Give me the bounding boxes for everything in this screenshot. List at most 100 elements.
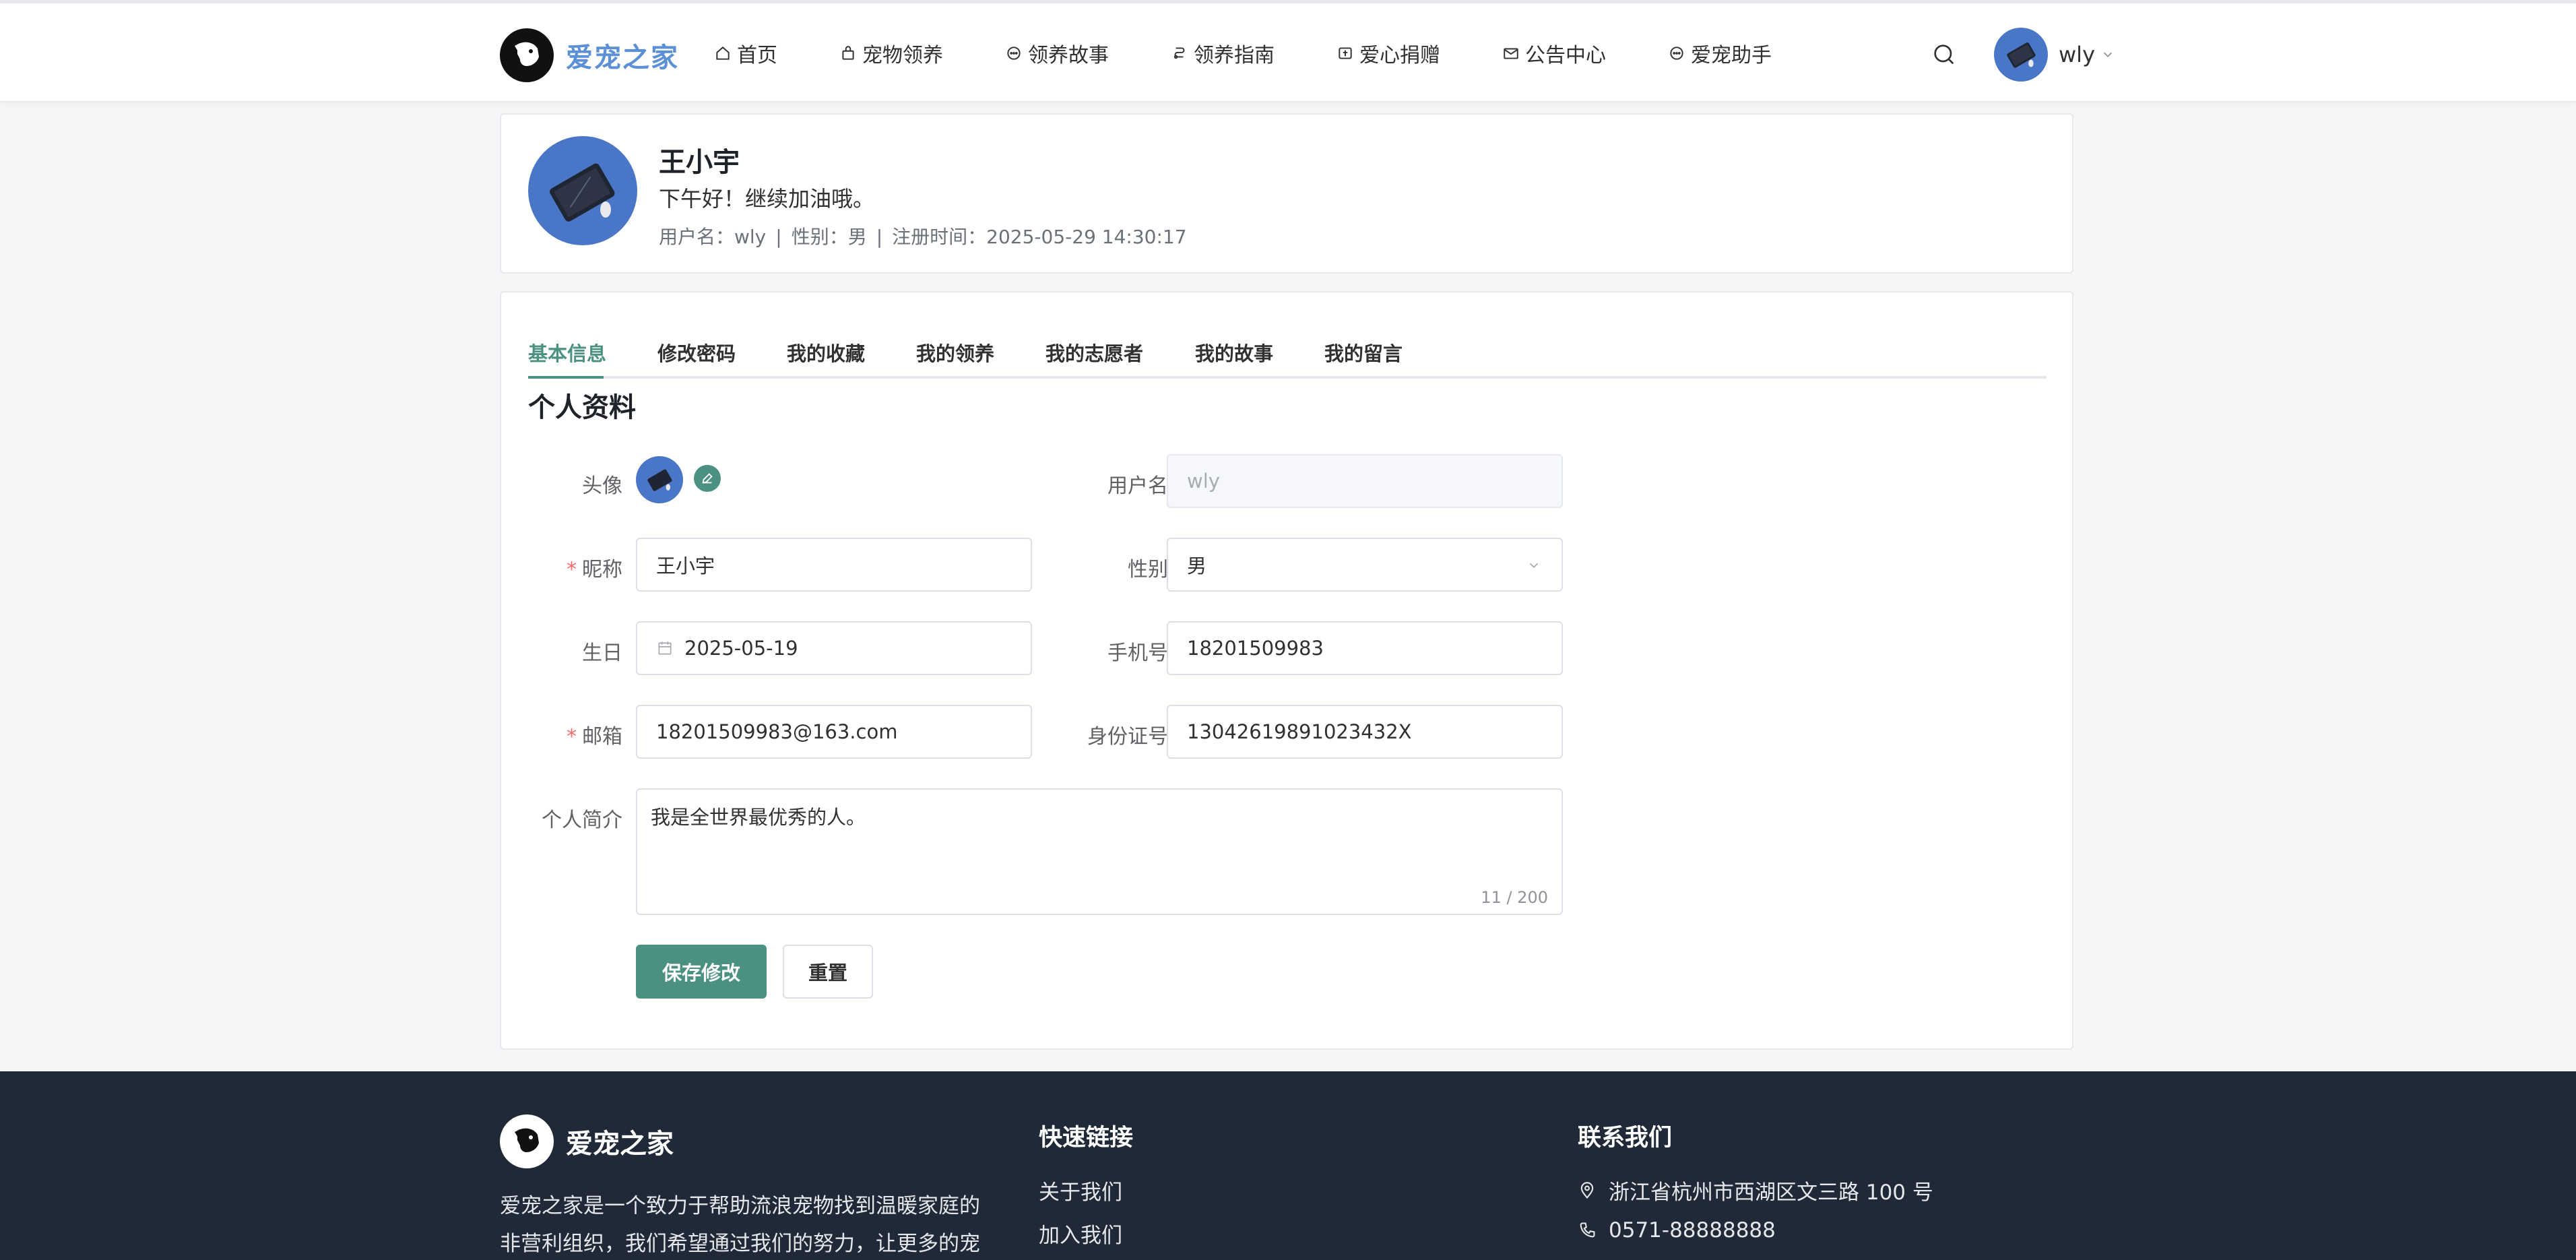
tab-change-password[interactable]: 修改密码 (657, 338, 736, 367)
profile-register-time: 注册时间：2025-05-29 14:30:17 (892, 226, 1187, 248)
idcard-label: 身份证号 (1087, 725, 1168, 749)
idcard-field[interactable]: 13042619891023432X (1167, 705, 1563, 759)
search-button[interactable] (1931, 41, 1958, 71)
avatar-label: 头像 (582, 474, 622, 498)
search-icon (1934, 44, 1954, 65)
nav-item-label: 爱宠助手 (1691, 44, 1772, 67)
phone-icon (1580, 1222, 1595, 1238)
nav-item-label: 领养指南 (1194, 44, 1275, 67)
guide-icon (1173, 47, 1185, 59)
nickname-label: * 昵称 (528, 553, 622, 582)
footer-contact-title: 联系我们 (1578, 1125, 1673, 1152)
footer-link-join[interactable]: 加入我们 (1039, 1218, 1122, 1249)
footer-logo: 爱宠之家 (500, 1114, 674, 1168)
footer-phone: 0571-88888888 (1578, 1218, 1776, 1242)
nav-item-assistant[interactable]: 爱宠助手 (1668, 38, 1772, 68)
nav-item-adopt[interactable]: 宠物领养 (839, 38, 943, 68)
nav-item-home[interactable]: 首页 (714, 38, 777, 68)
site-name: 爱宠之家 (566, 42, 679, 73)
footer-links-title: 快速链接 (1039, 1125, 1134, 1152)
site-footer: 爱宠之家 爱宠之家是一个致力于帮助流浪宠物找到温暖家庭的非营利组织，我们希望通过… (0, 1071, 2576, 1260)
gender-label: 性别 (1128, 558, 1168, 581)
profile-tabs: 基本信息 修改密码 我的收藏 我的领养 我的志愿者 我的故事 我的留言 (528, 319, 2047, 379)
main-nav: 首页 宠物领养 领养故事 领养指南 爱心捐赠 公告中心 爱宠助手 (714, 38, 1834, 68)
phone-field[interactable]: 18201509983 (1167, 621, 1563, 675)
username-label: 用户名 (1107, 474, 1168, 498)
profile-summary-card: 王小宇 下午好！继续加油哦。 用户名：wly | 性别：男 | 注册时间：2025-05… (500, 113, 2073, 274)
nav-item-stories[interactable]: 领养故事 (1005, 38, 1109, 68)
gender-value: 男 (1187, 555, 1207, 577)
nav-item-label: 领养故事 (1028, 44, 1109, 67)
footer-brand: 爱宠之家 (566, 1129, 674, 1160)
nav-item-donate[interactable]: 爱心捐赠 (1337, 38, 1440, 68)
calendar-icon (658, 641, 672, 655)
footer-description: 爱宠之家是一个致力于帮助流浪宠物找到温暖家庭的非营利组织，我们希望通过我们的努力… (500, 1194, 980, 1256)
bio-char-counter: 11 / 200 (1481, 888, 1548, 907)
separator: | (876, 226, 883, 248)
username-field[interactable]: wly (1167, 454, 1563, 508)
nav-item-guide[interactable]: 领养指南 (1171, 38, 1275, 68)
profile-gender: 性别：男 (791, 226, 867, 248)
nav-item-label: 宠物领养 (862, 44, 943, 67)
profile-name: 王小宇 (659, 147, 740, 178)
avatar (1994, 28, 2048, 82)
nav-item-label: 爱心捐赠 (1359, 44, 1440, 67)
reset-button[interactable]: 重置 (783, 945, 873, 999)
nav-item-label: 首页 (737, 44, 777, 67)
nickname-field[interactable]: 王小宇 (636, 538, 1032, 592)
gender-select[interactable]: 男 (1167, 538, 1563, 592)
active-tab-indicator (528, 376, 604, 379)
phone-label: 手机号 (1107, 641, 1168, 665)
tab-my-volunteer[interactable]: 我的志愿者 (1045, 338, 1143, 367)
tab-my-messages[interactable]: 我的留言 (1324, 338, 1403, 367)
section-title: 个人资料 (528, 392, 636, 423)
email-label-text: 邮箱 (582, 725, 622, 749)
bag-icon (842, 46, 854, 60)
nav-item-notice[interactable]: 公告中心 (1502, 38, 1606, 68)
tab-my-stories[interactable]: 我的故事 (1195, 338, 1273, 367)
separator: | (775, 226, 782, 248)
tab-favorites[interactable]: 我的收藏 (787, 338, 865, 367)
address-text: 浙江省杭州市西湖区文三路 100 号 (1609, 1180, 1933, 1205)
bio-textarea[interactable]: 我是全世界最优秀的人。 11 / 200 (636, 788, 1563, 915)
phone-text: 0571-88888888 (1609, 1218, 1776, 1242)
birthday-picker[interactable]: 2025-05-19 (636, 621, 1032, 675)
birthday-value: 2025-05-19 (684, 637, 798, 660)
tab-my-adoptions[interactable]: 我的领养 (916, 338, 994, 367)
required-mark: * (567, 725, 577, 749)
location-icon (1580, 1181, 1594, 1199)
donate-icon (1339, 47, 1352, 59)
mail-icon (1504, 48, 1518, 59)
dog-logo-icon (500, 28, 554, 82)
chat-icon (1007, 46, 1021, 60)
site-logo[interactable]: 爱宠之家 (500, 28, 679, 82)
profile-greeting: 下午好！继续加油哦。 (659, 186, 875, 212)
footer-link-about[interactable]: 关于我们 (1039, 1175, 1122, 1205)
user-name: wly (2059, 42, 2095, 67)
nav-item-label: 公告中心 (1525, 44, 1606, 67)
chat-icon (1670, 46, 1683, 60)
bio-value: 我是全世界最优秀的人。 (651, 806, 866, 829)
profile-avatar (528, 136, 637, 245)
user-menu[interactable]: wly (1994, 28, 2115, 82)
email-field[interactable]: 18201509983@163.com (636, 705, 1032, 759)
chevron-down-icon (1529, 563, 1539, 569)
edit-icon (702, 473, 713, 484)
edit-avatar-button[interactable] (694, 465, 721, 492)
form-avatar (636, 456, 683, 503)
dog-logo-icon (500, 1114, 554, 1168)
profile-username: 用户名：wly (659, 226, 767, 248)
profile-form-card: 基本信息 修改密码 我的收藏 我的领养 我的志愿者 我的故事 我的留言 个人资料… (500, 291, 2073, 1050)
nickname-label-text: 昵称 (582, 558, 622, 581)
bio-label: 个人简介 (542, 809, 622, 832)
profile-meta: 用户名：wly | 性别：男 | 注册时间：2025-05-29 14:30:17 (659, 222, 1187, 249)
chevron-down-icon (2103, 52, 2113, 58)
home-icon (716, 46, 730, 60)
required-mark: * (567, 558, 577, 581)
birthday-label: 生日 (582, 641, 622, 665)
footer-address: 浙江省杭州市西湖区文三路 100 号 (1578, 1175, 1933, 1205)
top-header: 爱宠之家 首页 宠物领养 领养故事 领养指南 爱心捐赠 公告中心 爱宠助手 wl… (0, 0, 2576, 102)
email-label: * 邮箱 (528, 720, 622, 749)
save-button[interactable]: 保存修改 (636, 945, 767, 999)
tab-basic-info[interactable]: 基本信息 (528, 338, 606, 367)
